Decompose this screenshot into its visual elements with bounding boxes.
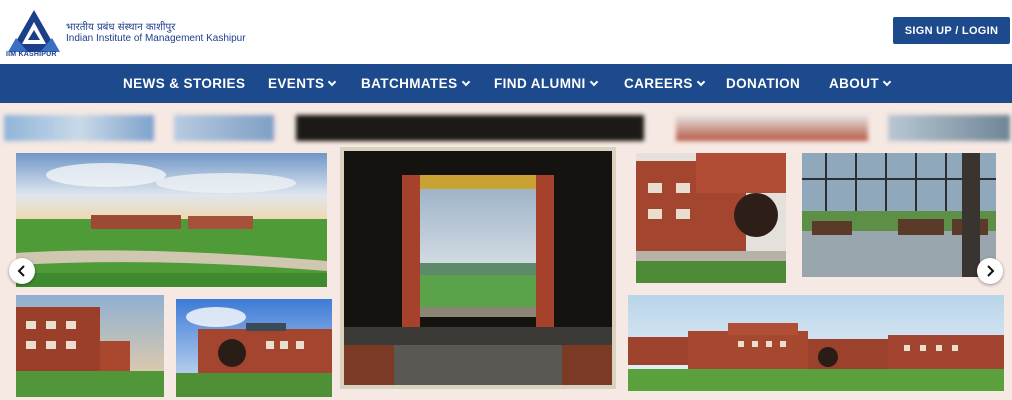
main-nav: NEWS & STORIES EVENTS BATCHMATES FIND AL… [0, 64, 1012, 103]
gallery-prev-button[interactable] [9, 258, 35, 284]
chevron-down-icon [882, 77, 892, 86]
site-header: IIM KASHIPUR भारतीय प्रबंध संस्थान काशीप… [0, 0, 1012, 64]
nav-donation[interactable]: DONATION [726, 64, 800, 103]
nav-events[interactable]: EVENTS [268, 64, 337, 103]
brand-name-english: Indian Institute of Management Kashipur [66, 33, 246, 44]
gallery-blur-strip [888, 115, 1010, 141]
nav-label: CAREERS [624, 76, 693, 91]
chevron-down-icon [328, 77, 337, 86]
nav-label: EVENTS [268, 76, 325, 91]
brick-arch-photo[interactable] [636, 153, 786, 283]
signup-login-button[interactable]: SIGN UP / LOGIN [893, 17, 1010, 44]
campus-panorama-photo[interactable] [628, 295, 1004, 391]
nav-label: FIND ALUMNI [494, 76, 586, 91]
nav-news-stories[interactable]: NEWS & STORIES [123, 64, 245, 103]
gallery-next-button[interactable] [977, 258, 1003, 284]
photo-gallery [0, 103, 1012, 400]
gallery-blur-strip [676, 115, 868, 141]
nav-find-alumni[interactable]: FIND ALUMNI [494, 64, 598, 103]
nav-label: BATCHMATES [361, 76, 458, 91]
chevron-left-icon [17, 265, 25, 277]
gallery-blur-strip [4, 115, 154, 141]
dining-hall-photo[interactable] [802, 153, 996, 277]
chevron-down-icon [589, 77, 598, 86]
nav-careers[interactable]: CAREERS [624, 64, 706, 103]
nav-label: DONATION [726, 76, 801, 91]
window-view-photo[interactable] [340, 147, 616, 389]
chevron-right-icon [987, 265, 995, 277]
nav-label: NEWS & STORIES [123, 76, 246, 91]
chevron-down-icon [696, 77, 706, 86]
gallery-blur-strip [296, 115, 644, 141]
nav-about[interactable]: ABOUT [829, 64, 892, 103]
brick-building-photo[interactable] [16, 295, 164, 397]
campus-landscape-photo[interactable] [16, 153, 327, 287]
campus-building-photo[interactable] [176, 299, 332, 397]
chevron-down-icon [461, 77, 470, 86]
gallery-blur-strip [174, 115, 274, 141]
brand-name-hindi: भारतीय प्रबंध संस्थान काशीपुर [66, 22, 176, 33]
nav-batchmates[interactable]: BATCHMATES [361, 64, 470, 103]
logo-caption: IIM KASHIPUR [6, 51, 57, 58]
nav-label: ABOUT [829, 76, 879, 91]
